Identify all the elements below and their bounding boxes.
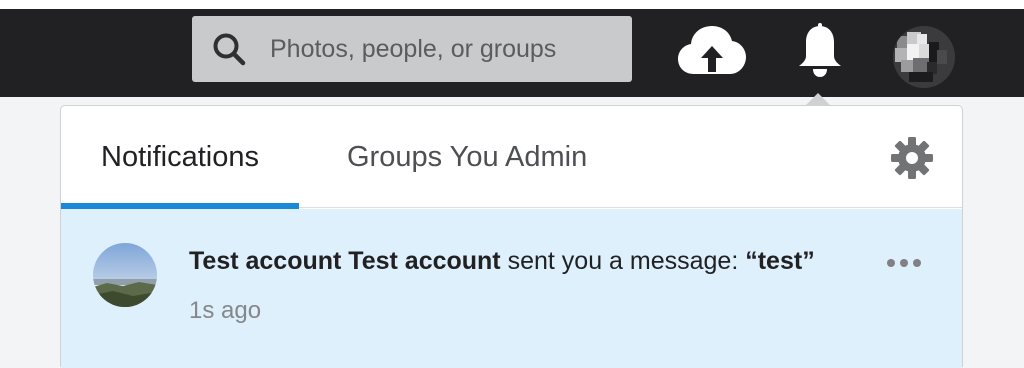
top-navbar (0, 9, 1024, 97)
notification-message: Test account Test account sent you a mes… (189, 243, 869, 279)
tab-groups-you-admin-label: Groups You Admin (347, 141, 588, 173)
user-avatar[interactable] (893, 26, 955, 88)
bell-icon[interactable] (797, 23, 843, 79)
search-box[interactable] (192, 16, 632, 82)
avatar-image (893, 26, 955, 88)
tab-groups-you-admin[interactable]: Groups You Admin (347, 106, 587, 208)
panel-tabs: Notifications Groups You Admin (61, 106, 962, 209)
notification-item[interactable]: Test account Test account sent you a mes… (61, 209, 962, 368)
sender-avatar-image (93, 243, 157, 307)
gear-icon[interactable] (891, 137, 933, 179)
notifications-panel: Notifications Groups You Admin Test acco… (60, 105, 963, 368)
notification-actor[interactable]: Test account Test account (189, 247, 501, 275)
tab-notifications-label: Notifications (101, 141, 259, 173)
notification-timestamp: 1s ago (189, 297, 262, 324)
more-dots-icon[interactable] (886, 256, 922, 270)
notification-action: sent you a message: (500, 247, 746, 275)
top-strip (0, 0, 1024, 9)
search-icon[interactable] (212, 32, 246, 66)
notification-content: “test” (745, 247, 815, 275)
tab-notifications[interactable]: Notifications (61, 106, 299, 209)
search-input[interactable] (270, 16, 620, 82)
cloud-upload-icon[interactable] (678, 24, 746, 76)
sender-avatar[interactable] (93, 243, 157, 307)
